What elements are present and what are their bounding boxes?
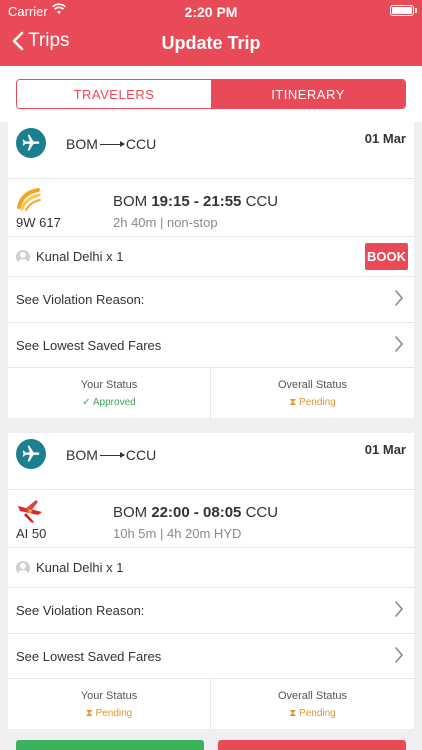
your-status-label: Your Status xyxy=(80,690,138,702)
flight-number: 9W 617 xyxy=(16,215,61,230)
violation-reason-row[interactable]: See Violation Reason: xyxy=(8,277,414,323)
destination-code: CCU xyxy=(245,504,279,521)
chevron-right-icon xyxy=(395,336,404,352)
violation-reason-label: See Violation Reason: xyxy=(16,292,145,307)
flight-duration: 10h 5m | 4h 20m HYD xyxy=(113,526,242,541)
origin-code: BOM xyxy=(113,504,148,521)
page-title: Update Trip xyxy=(161,33,261,53)
trip-header: BOM CCU 01 Mar xyxy=(8,122,414,179)
air-india-logo-icon xyxy=(18,500,42,523)
flight-times: BOM 22:00 - 08:05 CCU xyxy=(113,504,278,521)
overall-status: Overall Status ⧗ Pending xyxy=(211,368,414,419)
approve-button[interactable] xyxy=(16,740,204,750)
route-origin: BOM xyxy=(66,136,98,152)
traveler-name: Kunal Delhi x 1 xyxy=(36,560,124,575)
arrow-right-icon xyxy=(99,140,125,147)
route-origin: BOM xyxy=(66,447,98,463)
your-status-label: Your Status xyxy=(80,379,138,391)
route-destination: CCU xyxy=(125,447,157,463)
chevron-right-icon xyxy=(395,647,404,663)
flight-details: 9W 617 BOM 19:15 - 21:55 CCU 2h 40m | no… xyxy=(8,179,414,237)
book-button[interactable]: BOOK xyxy=(365,243,408,270)
arrow-right-icon xyxy=(99,451,125,458)
trip-card: BOM CCU 01 Mar 9W 617 BOM 19:15 - 21:55 … xyxy=(8,122,414,419)
battery-icon xyxy=(390,5,414,16)
tab-itinerary[interactable]: ITINERARY xyxy=(211,80,405,108)
traveler-row: Kunal Delhi x 1 BOOK xyxy=(8,237,414,277)
overall-status: Overall Status ⧗ Pending xyxy=(211,679,414,730)
lowest-fares-row[interactable]: See Lowest Saved Fares xyxy=(8,634,414,679)
trip-card: BOM CCU 01 Mar AI 50 BOM 22:00 - 08:05 C… xyxy=(8,433,414,730)
indigo-logo-icon xyxy=(17,188,41,211)
avatar-icon xyxy=(16,249,30,264)
your-status-value: ✓ Approved xyxy=(82,397,136,408)
lowest-fares-row[interactable]: See Lowest Saved Fares xyxy=(8,323,414,368)
destination-code: CCU xyxy=(245,193,279,210)
overall-status-label: Overall Status xyxy=(277,690,348,702)
trip-header: BOM CCU 01 Mar xyxy=(8,433,414,490)
overall-status-label: Overall Status xyxy=(277,379,348,391)
battery-tip xyxy=(415,8,417,13)
plane-icon xyxy=(16,128,46,158)
chevron-right-icon xyxy=(395,601,404,617)
status-row: Your Status ⧗ Pending Overall Status ⧗ P… xyxy=(8,679,414,730)
lowest-fares-label: See Lowest Saved Fares xyxy=(16,649,162,664)
your-status-value: ⧗ Pending xyxy=(85,708,133,719)
route-summary: BOM CCU xyxy=(66,136,156,152)
flight-duration: 2h 40m | non-stop xyxy=(113,215,218,230)
plane-icon xyxy=(16,439,46,469)
reject-button[interactable] xyxy=(218,740,406,750)
status-bar: Carrier 2:20 PM xyxy=(0,0,422,22)
segmented-control: TRAVELERS ITINERARY xyxy=(16,79,406,109)
trip-date: 01 Mar xyxy=(364,131,406,146)
nav-header: Carrier 2:20 PM Trips Update Trip xyxy=(0,0,422,66)
traveler-row: Kunal Delhi x 1 xyxy=(8,548,414,588)
segment-bar: TRAVELERS ITINERARY xyxy=(0,66,422,122)
origin-code: BOM xyxy=(113,193,148,210)
trip-date: 01 Mar xyxy=(364,442,406,457)
violation-reason-label: See Violation Reason: xyxy=(16,603,145,618)
status-row: Your Status ✓ Approved Overall Status ⧗ … xyxy=(8,368,414,419)
route-destination: CCU xyxy=(125,136,157,152)
tab-travelers[interactable]: TRAVELERS xyxy=(17,80,211,108)
departure-arrival-times: 19:15 - 21:55 xyxy=(151,193,242,210)
traveler-name: Kunal Delhi x 1 xyxy=(36,249,124,264)
overall-status-value: ⧗ Pending xyxy=(289,708,336,719)
violation-reason-row[interactable]: See Violation Reason: xyxy=(8,588,414,634)
departure-arrival-times: 22:00 - 08:05 xyxy=(151,504,242,521)
flight-times: BOM 19:15 - 21:55 CCU xyxy=(113,193,278,210)
overall-status-value: ⧗ Pending xyxy=(289,397,336,408)
lowest-fares-label: See Lowest Saved Fares xyxy=(16,338,162,353)
clock: 2:20 PM xyxy=(184,4,238,20)
avatar-icon xyxy=(16,560,30,575)
your-status: Your Status ✓ Approved xyxy=(8,368,211,419)
flight-details: AI 50 BOM 22:00 - 08:05 CCU 10h 5m | 4h … xyxy=(8,490,414,548)
chevron-right-icon xyxy=(395,290,404,306)
flight-number: AI 50 xyxy=(16,526,47,541)
route-summary: BOM CCU xyxy=(66,447,156,463)
traveler-info: Kunal Delhi x 1 xyxy=(16,249,123,264)
traveler-info: Kunal Delhi x 1 xyxy=(16,560,123,575)
your-status: Your Status ⧗ Pending xyxy=(8,679,211,730)
